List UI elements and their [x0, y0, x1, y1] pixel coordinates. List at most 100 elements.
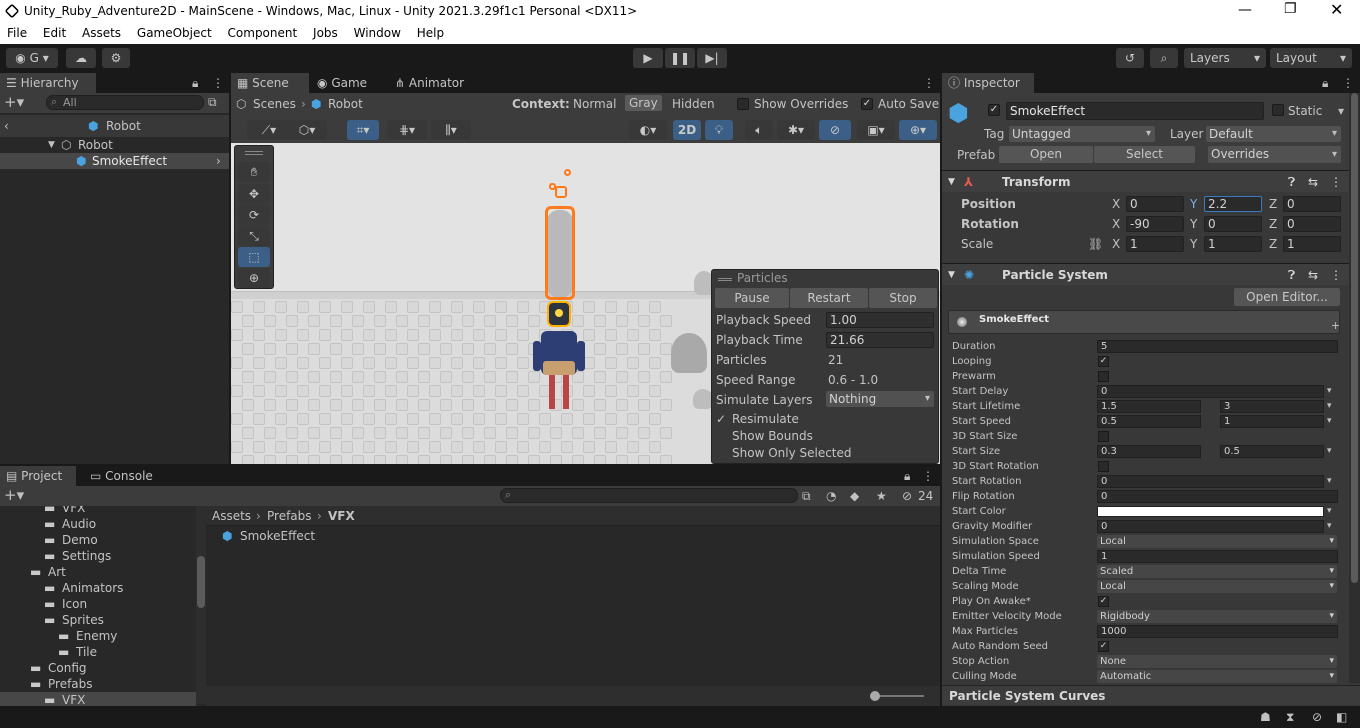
ps-property-min-field[interactable]: 0.5	[1097, 415, 1201, 428]
grid-snap-button[interactable]: ⋕▾	[387, 120, 427, 140]
hidden-packages-icon[interactable]: ⊘	[902, 488, 912, 504]
context-gray[interactable]: Gray	[625, 95, 662, 111]
cache-server-icon[interactable]: ⧗	[1286, 709, 1294, 725]
ps-property-field[interactable]: 0	[1097, 385, 1324, 398]
tree-folder-item[interactable]: ▬ Config	[0, 660, 196, 676]
tree-folder-item[interactable]: ▬ Audio	[0, 516, 196, 532]
more-menu-icon[interactable]: ⋮	[1330, 171, 1342, 193]
layer-dropdown[interactable]: Default	[1206, 126, 1341, 142]
stop-particles-button[interactable]: Stop	[869, 288, 937, 308]
icon-size-slider[interactable]	[870, 691, 924, 701]
tree-folder-item[interactable]: ▬ Enemy	[0, 628, 196, 644]
breadcrumb-scenes[interactable]: Scenes	[253, 96, 296, 112]
chevron-right-icon[interactable]: ›	[216, 153, 221, 169]
add-icon[interactable]: +▾	[4, 487, 24, 503]
lock-icon[interactable]: 🔒︎	[192, 75, 198, 91]
inspector-scrollbar[interactable]	[1349, 93, 1360, 683]
rotation-x-field[interactable]: -90	[1126, 216, 1184, 232]
hidden-objects-button[interactable]: ⊘	[819, 120, 851, 140]
transform-tool-button[interactable]: ⊕	[238, 268, 270, 288]
toggle-2d-button[interactable]: 2D	[673, 120, 701, 140]
expand-arrow-icon[interactable]: ▼	[948, 171, 955, 193]
favorite-star-icon[interactable]: ★	[876, 488, 887, 504]
cloud-button[interactable]: ☁	[66, 48, 96, 68]
ps-property-max-field[interactable]: 3	[1220, 400, 1324, 413]
breadcrumb-robot[interactable]: Robot	[328, 96, 363, 112]
ps-property-max-field[interactable]: 0.5	[1220, 445, 1324, 458]
simulate-layers-dropdown[interactable]: Nothing	[826, 391, 934, 407]
help-icon[interactable]: ❓︎	[1288, 264, 1295, 286]
history-button[interactable]: ↺	[1116, 48, 1144, 68]
hierarchy-search-input[interactable]: ⌕ All	[46, 95, 204, 110]
layers-dropdown[interactable]: Layers ▾	[1184, 48, 1266, 68]
transform-header[interactable]: ▼ ⅄ Transform ❓︎ ⇆ ⋮	[942, 170, 1349, 192]
ps-property-field[interactable]: 0	[1097, 475, 1324, 488]
tree-folder-item[interactable]: ▬ Sprites	[0, 612, 196, 628]
scale-x-field[interactable]: 1	[1126, 236, 1184, 252]
menu-gameobject[interactable]: GameObject	[137, 24, 212, 42]
rotation-z-field[interactable]: 0	[1283, 216, 1341, 232]
expand-arrow-icon[interactable]: ▼	[48, 137, 55, 153]
menu-help[interactable]: Help	[417, 24, 444, 42]
effects-button[interactable]: ✱▾	[777, 120, 815, 140]
chevron-down-icon[interactable]: ▾	[1338, 103, 1344, 119]
asset-item[interactable]: ⬢ SmokeEffect	[222, 528, 342, 544]
overlay-drag-handle[interactable]	[718, 278, 732, 281]
rotation-y-field[interactable]: 0	[1204, 216, 1262, 232]
curve-mode-caret-icon[interactable]: ▾	[1327, 505, 1332, 518]
back-arrow-icon[interactable]: ‹	[4, 118, 9, 134]
presets-icon[interactable]: ⇆	[1308, 171, 1318, 193]
curve-mode-caret-icon[interactable]: ▾	[1327, 520, 1332, 533]
more-menu-icon[interactable]: ⋮	[1342, 75, 1354, 91]
rotate-tool-button[interactable]: ⟳	[238, 205, 270, 225]
inspector-scrollbar-thumb[interactable]	[1351, 93, 1358, 583]
particle-system-header[interactable]: ▼ ✺ Particle System ❓︎ ⇆ ⋮	[942, 263, 1349, 285]
tree-scrollbar[interactable]	[196, 506, 206, 704]
tree-folder-item[interactable]: ▬ Settings	[0, 548, 196, 564]
menu-window[interactable]: Window	[354, 24, 401, 42]
breadcrumb-prefabs[interactable]: Prefabs	[267, 508, 312, 524]
tab-animator[interactable]: ⋔ Animator	[389, 73, 469, 93]
presets-icon[interactable]: ⇆	[1308, 264, 1318, 286]
tab-hierarchy[interactable]: ☰ Hierarchy	[0, 73, 96, 93]
tree-folder-item[interactable]: ▬ Prefabs	[0, 676, 196, 692]
tab-scene[interactable]: ▦ Scene	[231, 73, 309, 93]
curve-mode-caret-icon[interactable]: ▾	[1327, 445, 1332, 458]
position-z-field[interactable]: 0	[1283, 196, 1341, 212]
overlay-drag-handle[interactable]	[245, 151, 263, 155]
more-menu-icon[interactable]: ⋮	[1330, 264, 1342, 286]
step-button[interactable]: ▶|	[697, 48, 727, 68]
pause-button[interactable]: ❚❚	[665, 48, 695, 68]
ps-property-dropdown[interactable]: Rigidbody	[1097, 610, 1337, 623]
ps-color-swatch[interactable]	[1097, 506, 1324, 517]
particle-module-header[interactable]: SmokeEffect +	[948, 310, 1340, 334]
resimulate-checkbox[interactable]: ✓	[716, 411, 726, 427]
search-button[interactable]: ⌕	[1150, 48, 1178, 68]
close-button[interactable]: ✕	[1330, 0, 1343, 19]
tree-folder-item[interactable]: ▬ VFX	[0, 692, 196, 706]
pause-particles-button[interactable]: Pause	[715, 288, 789, 308]
playback-speed-field[interactable]: 1.00	[826, 312, 934, 328]
open-editor-button[interactable]: Open Editor...	[1234, 288, 1340, 306]
scene-options-icon[interactable]: ⧉	[208, 94, 217, 110]
ps-property-max-field[interactable]: 1	[1220, 415, 1324, 428]
draw-mode-button[interactable]: ⟋▾	[247, 120, 291, 140]
ps-property-dropdown[interactable]: None	[1097, 655, 1337, 668]
shading-button[interactable]: ◐▾	[629, 120, 667, 140]
tree-folder-item[interactable]: ▬ Art	[0, 564, 196, 580]
progress-icon[interactable]: ◧	[1336, 709, 1347, 725]
active-checkbox[interactable]: ✓	[988, 104, 1000, 116]
tree-folder-item[interactable]: ▬ VFX	[0, 506, 196, 516]
ps-property-checkbox[interactable]: ✓	[1098, 596, 1109, 607]
show-bounds-label[interactable]: Show Bounds	[732, 428, 813, 444]
collab-button[interactable]: ⚙	[102, 48, 130, 68]
ps-property-checkbox[interactable]	[1098, 461, 1109, 472]
curve-mode-caret-icon[interactable]: ▾	[1327, 400, 1332, 413]
list-item[interactable]: ▼ ⬡ Robot	[0, 137, 229, 153]
static-checkbox[interactable]	[1272, 104, 1284, 116]
prefab-select-button[interactable]: Select	[1094, 146, 1195, 163]
context-hidden[interactable]: Hidden	[672, 96, 715, 112]
account-button[interactable]: ◉ G ▾	[6, 48, 58, 68]
tab-console[interactable]: ▭ Console	[84, 466, 164, 486]
tree-folder-item[interactable]: ▬ Demo	[0, 532, 196, 548]
